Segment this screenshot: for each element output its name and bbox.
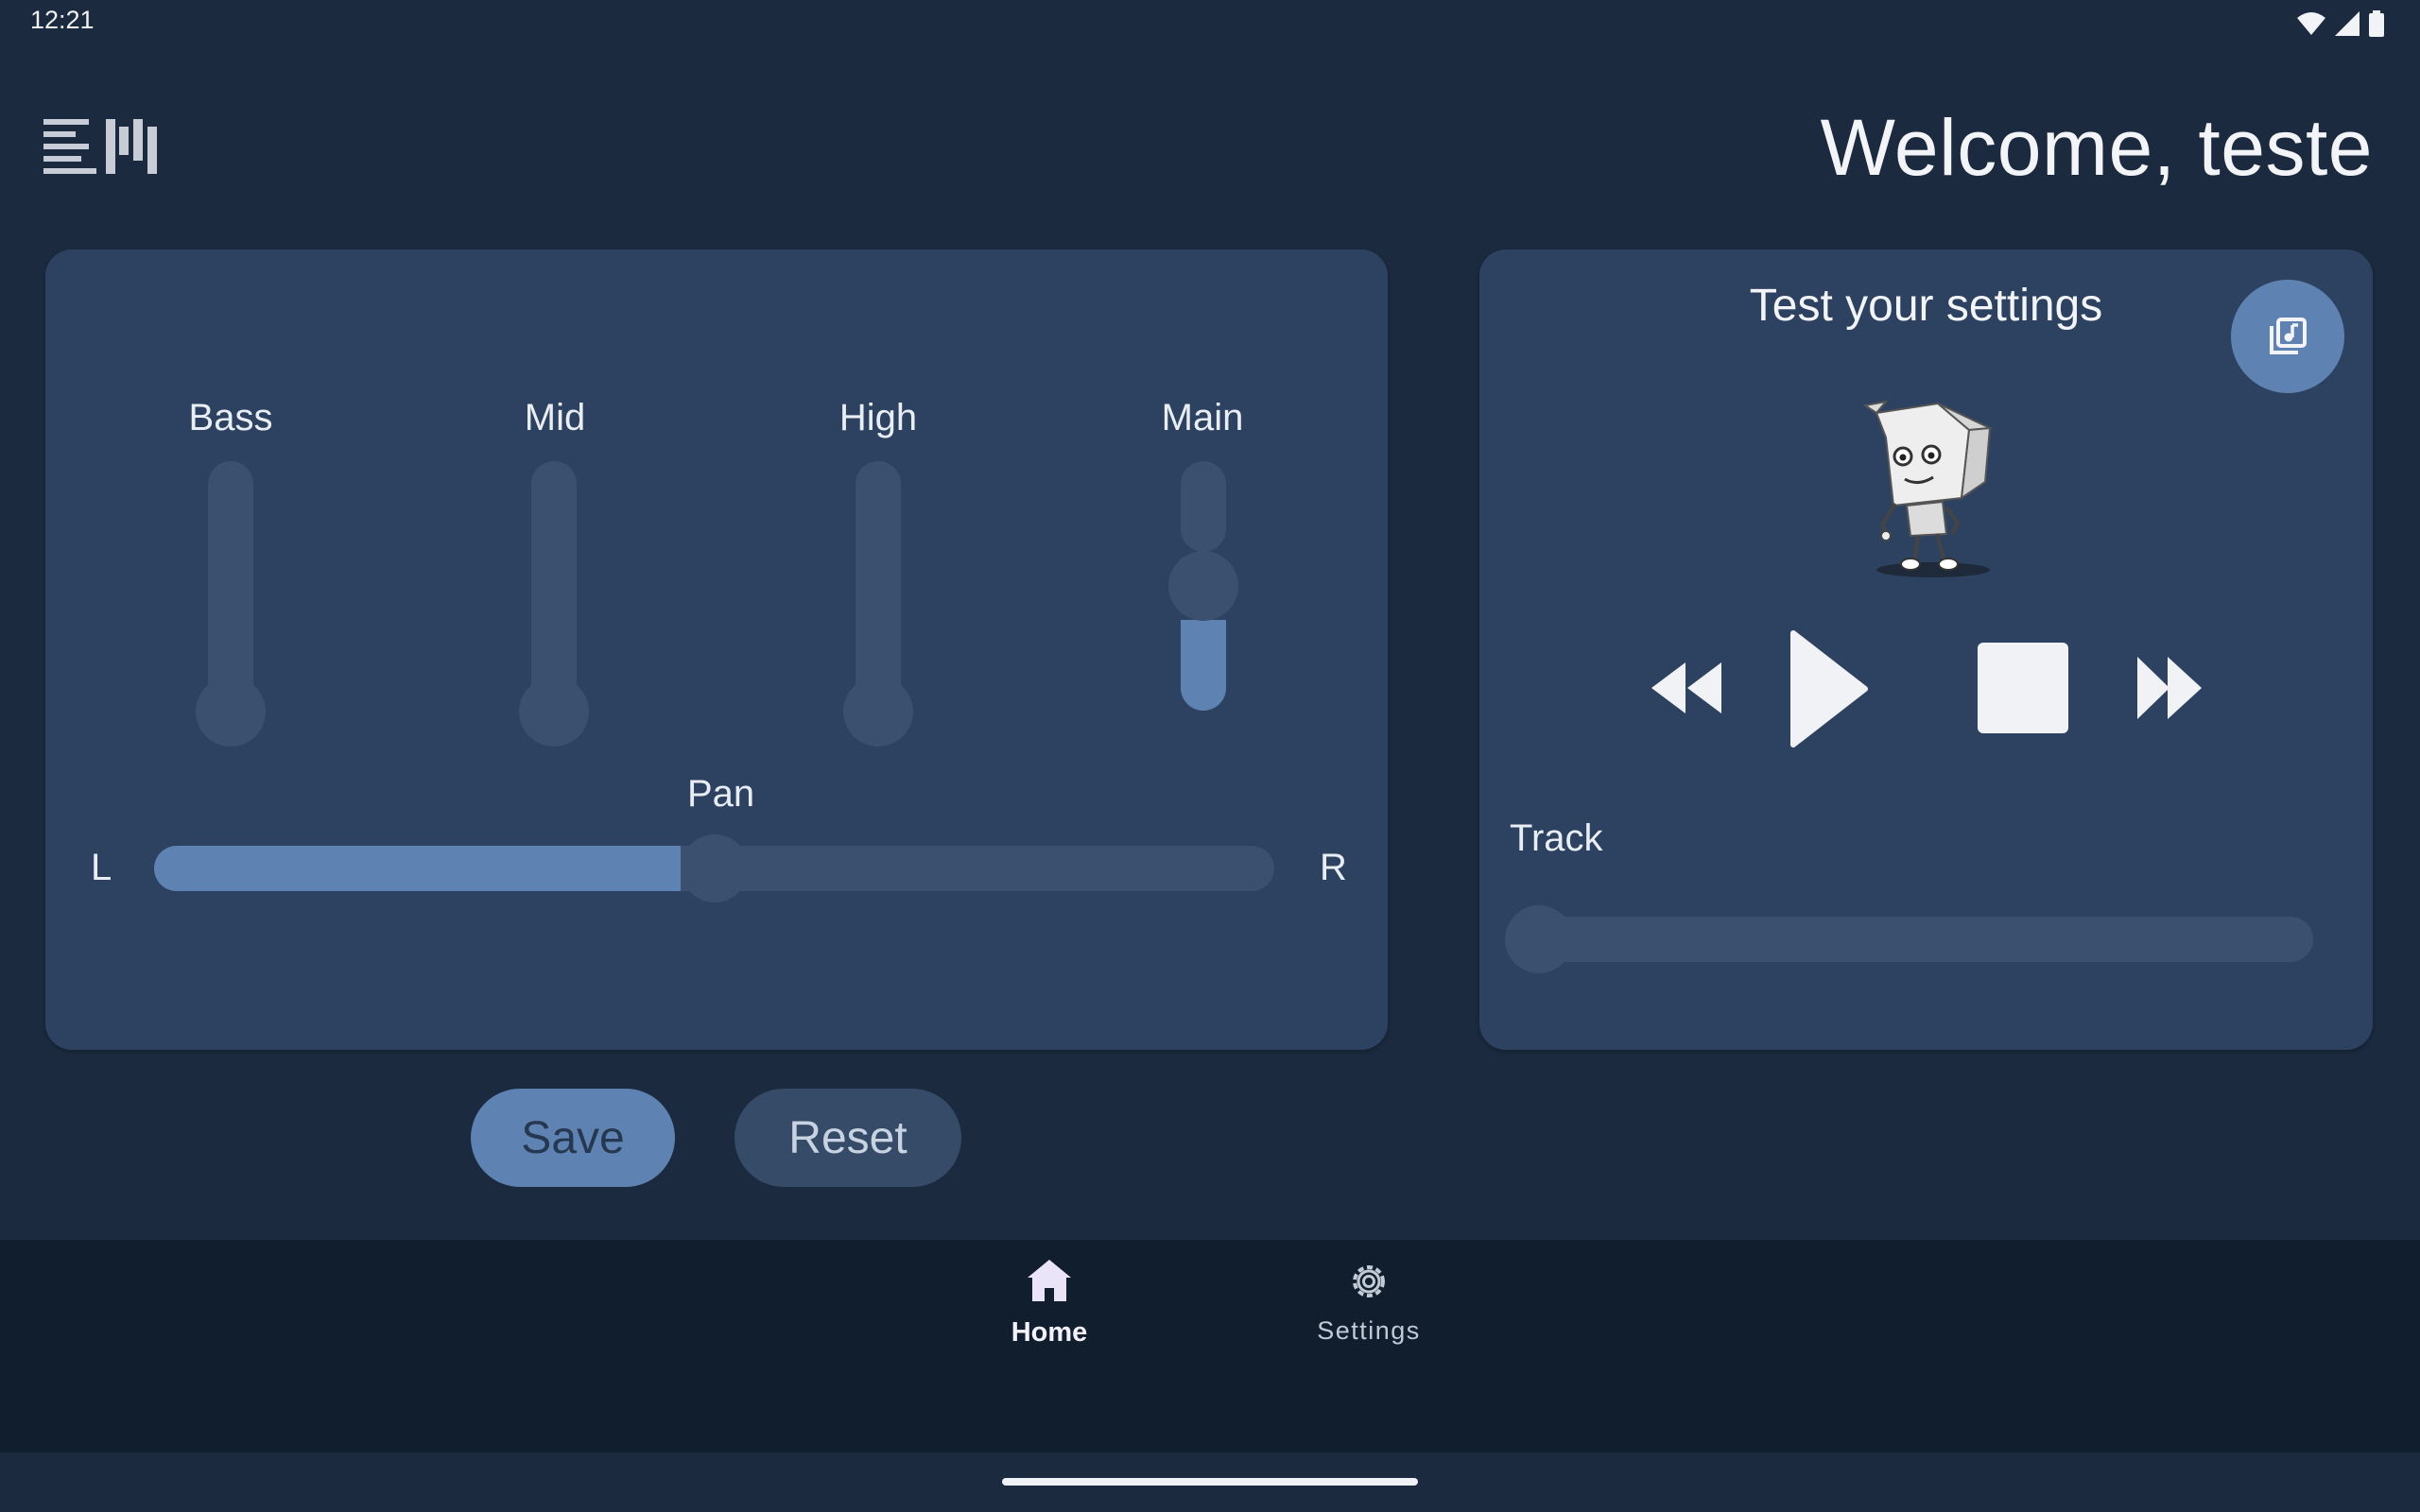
welcome-prefix: Welcome, <box>1820 103 2199 192</box>
fast-forward-button[interactable] <box>2132 654 2207 722</box>
fast-forward-icon <box>2137 657 2202 719</box>
main-slider-fill <box>1181 620 1226 711</box>
music-library-button[interactable] <box>2231 280 2344 393</box>
pan-slider-thumb[interactable] <box>681 834 749 902</box>
nav-item-settings[interactable]: Settings <box>1255 1260 1482 1346</box>
high-slider-thumb[interactable] <box>843 677 913 747</box>
track-slider-thumb[interactable] <box>1505 905 1573 973</box>
wifi-icon <box>2297 12 2325 35</box>
battery-icon <box>2369 10 2384 37</box>
pan-right-label: R <box>1320 847 1347 888</box>
stop-button[interactable] <box>1976 641 2070 735</box>
mid-label: Mid <box>524 397 586 438</box>
nav-item-home[interactable]: Home <box>936 1257 1163 1349</box>
gesture-bar[interactable] <box>1002 1478 1418 1486</box>
track-slider-track[interactable] <box>1510 917 2313 962</box>
bass-label: Bass <box>188 397 273 438</box>
reset-button[interactable]: Reset <box>735 1089 961 1187</box>
main-label: Main <box>1161 397 1244 438</box>
pan-left-label: L <box>91 847 112 888</box>
rewind-button[interactable] <box>1645 654 1730 722</box>
music-library-icon <box>2270 318 2307 354</box>
mid-slider-thumb[interactable] <box>519 677 589 747</box>
mascot-illustration <box>1862 400 1994 577</box>
welcome-heading: Welcome, teste <box>1821 102 2373 194</box>
pan-slider-fill <box>154 846 681 891</box>
settings-icon <box>1353 1265 1385 1297</box>
main-slider-thumb[interactable] <box>1168 551 1238 621</box>
username: teste <box>2198 103 2373 192</box>
play-button[interactable] <box>1787 627 1872 750</box>
nav-label-home: Home <box>1011 1317 1088 1348</box>
track-label: Track <box>1510 817 1603 859</box>
high-label: High <box>838 397 918 438</box>
stop-icon <box>1978 643 2068 733</box>
bass-slider-thumb[interactable] <box>196 677 266 747</box>
bottom-navigation <box>0 1240 2420 1452</box>
signal-icon <box>2335 11 2360 36</box>
play-icon <box>1790 630 1868 747</box>
pan-label: Pan <box>687 773 755 815</box>
save-button[interactable]: Save <box>471 1089 675 1187</box>
nav-label-settings: Settings <box>1317 1316 1421 1345</box>
app-logo <box>43 119 157 174</box>
status-icons <box>2297 9 2384 38</box>
rewind-icon <box>1651 662 1721 713</box>
home-icon <box>1028 1260 1071 1301</box>
status-time: 12:21 <box>30 6 95 34</box>
main-slider-track[interactable] <box>1181 461 1226 552</box>
